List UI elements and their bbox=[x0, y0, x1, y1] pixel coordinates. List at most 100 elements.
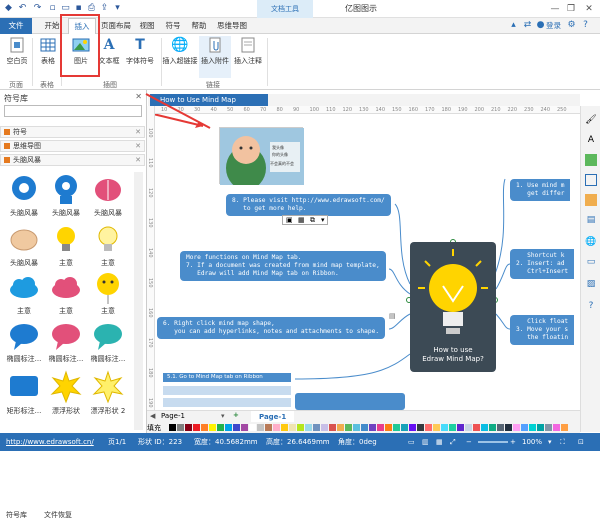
library-symbol[interactable]: 符号 ✕ bbox=[0, 126, 145, 138]
share-icon[interactable]: ⇄ bbox=[522, 20, 533, 31]
color-swatch[interactable] bbox=[305, 424, 312, 431]
library-mind-map[interactable]: 思维导图 ✕ bbox=[0, 140, 145, 152]
tab-file-recovery[interactable]: 文件恢复 bbox=[44, 510, 72, 520]
color-swatch[interactable] bbox=[529, 424, 536, 431]
tab-file[interactable]: 文件 bbox=[0, 18, 32, 34]
color-swatch[interactable] bbox=[449, 424, 456, 431]
shape-idea-5[interactable]: 主意 bbox=[88, 270, 128, 316]
login-link[interactable]: 登录 bbox=[546, 18, 561, 34]
color-swatch[interactable] bbox=[369, 424, 376, 431]
shape-brainstorm-4[interactable]: 头脑风暴 bbox=[4, 222, 44, 268]
color-swatch[interactable] bbox=[497, 424, 504, 431]
page-dropdown-icon[interactable]: ▾ bbox=[221, 412, 225, 420]
color-swatch[interactable] bbox=[521, 424, 528, 431]
format-painter-icon[interactable]: 🖌 bbox=[585, 114, 597, 126]
shape-ellipse-callout-1[interactable]: 椭圆标注... bbox=[4, 318, 44, 364]
shape-ellipse-callout-3[interactable]: 椭圆标注... bbox=[88, 318, 128, 364]
sub-node-placeholder[interactable] bbox=[163, 398, 291, 407]
color-swatch[interactable] bbox=[289, 424, 296, 431]
view-split-icon[interactable]: ▥ bbox=[422, 433, 429, 451]
font-symbol-button[interactable]: T 字体符号 bbox=[124, 36, 156, 66]
shape-brainstorm-1[interactable]: 头脑风暴 bbox=[4, 172, 44, 218]
mind-node-8[interactable]: 8. Please visit http://www.edrawsoft.com… bbox=[226, 194, 391, 216]
shape-ellipse-callout-2[interactable]: 椭圆标注... bbox=[46, 318, 86, 364]
color-swatch[interactable] bbox=[193, 424, 200, 431]
color-swatch[interactable] bbox=[329, 424, 336, 431]
add-page-icon[interactable]: + bbox=[233, 411, 239, 419]
color-swatch[interactable] bbox=[249, 424, 256, 431]
color-swatch[interactable] bbox=[409, 424, 416, 431]
color-swatch[interactable] bbox=[353, 424, 360, 431]
table-button[interactable]: 表格 bbox=[36, 36, 60, 66]
line-icon[interactable] bbox=[585, 174, 597, 186]
minimize-ribbon-icon[interactable]: ▴ bbox=[508, 20, 519, 31]
color-swatch[interactable] bbox=[561, 424, 568, 431]
color-swatch[interactable] bbox=[297, 424, 304, 431]
shape-rect-callout[interactable]: 矩形标注... bbox=[4, 370, 44, 416]
color-swatch[interactable] bbox=[417, 424, 424, 431]
shape-idea-2[interactable]: 主意 bbox=[88, 222, 128, 268]
shadow-icon[interactable] bbox=[585, 194, 597, 206]
color-swatch[interactable] bbox=[185, 424, 192, 431]
view-normal-icon[interactable]: ▭ bbox=[408, 433, 415, 451]
minimize-button[interactable]: — bbox=[548, 2, 562, 16]
color-swatch[interactable] bbox=[433, 424, 440, 431]
insert-comment-button[interactable]: 插入注释 bbox=[232, 36, 264, 66]
shape-floating-2[interactable]: 漂浮形状 2 bbox=[88, 370, 128, 416]
fit-page-icon[interactable]: ⤢ bbox=[450, 433, 456, 451]
color-swatch[interactable] bbox=[273, 424, 280, 431]
zoom-out-icon[interactable]: − bbox=[466, 433, 472, 451]
color-swatch[interactable] bbox=[553, 424, 560, 431]
undo-icon[interactable]: ↶ bbox=[17, 3, 28, 14]
shape-brainstorm-3[interactable]: 头脑风暴 bbox=[88, 172, 128, 218]
mind-node-6[interactable]: 6. Right click mind map shape, you can a… bbox=[157, 317, 386, 339]
insert-attachment-button[interactable]: 插入附件 bbox=[199, 36, 231, 78]
close-button[interactable]: ✕ bbox=[582, 2, 596, 16]
color-swatch[interactable] bbox=[425, 424, 432, 431]
color-swatch[interactable] bbox=[489, 424, 496, 431]
help-icon[interactable]: ? bbox=[580, 20, 591, 31]
color-swatch[interactable] bbox=[257, 424, 264, 431]
fullscreen-icon[interactable]: ⛶ bbox=[560, 433, 565, 451]
mini-more-icon[interactable]: ▾ bbox=[321, 216, 325, 224]
library-close-icon[interactable]: ✕ bbox=[135, 127, 141, 137]
print-icon[interactable]: ⎙ bbox=[86, 3, 97, 14]
tab-view[interactable]: 视图 bbox=[136, 18, 158, 34]
color-swatch[interactable] bbox=[505, 424, 512, 431]
layers-icon[interactable]: ▤ bbox=[585, 214, 597, 226]
color-swatch[interactable] bbox=[545, 424, 552, 431]
mind-node-1[interactable]: 1. Use mind m get differ bbox=[510, 179, 571, 201]
page-nav-prev-icon[interactable]: ◀ bbox=[150, 412, 155, 420]
color-swatch[interactable] bbox=[217, 424, 224, 431]
panel-close-icon[interactable]: ✕ bbox=[135, 92, 142, 101]
shape-brainstorm-2[interactable]: 头脑风暴 bbox=[46, 172, 86, 218]
color-swatch[interactable] bbox=[321, 424, 328, 431]
user-icon[interactable]: ● bbox=[535, 20, 546, 31]
mind-node-7[interactable]: More functions on Mind Map tab. 7. If a … bbox=[180, 251, 386, 281]
color-swatch[interactable] bbox=[281, 424, 288, 431]
tab-symbol-library[interactable]: 符号库 bbox=[6, 510, 27, 520]
more-icon[interactable]: ▾ bbox=[112, 3, 123, 14]
comment-icon[interactable]: ▨ bbox=[585, 278, 597, 290]
page-selector[interactable]: Page-1 bbox=[161, 412, 185, 420]
color-swatch[interactable] bbox=[393, 424, 400, 431]
tab-page-layout[interactable]: 页面布局 bbox=[98, 18, 134, 34]
mini-picture-icon[interactable]: ▣ bbox=[286, 216, 293, 224]
shape-idea-4[interactable]: 主意 bbox=[46, 270, 86, 316]
central-topic[interactable]: How to use Edraw Mind Map? bbox=[410, 242, 496, 372]
zoom-dropdown-icon[interactable]: ▾ bbox=[548, 433, 552, 451]
library-brainstorm[interactable]: 头脑风暴 ✕ bbox=[0, 154, 145, 166]
zoom-slider[interactable] bbox=[478, 441, 508, 443]
redo-icon[interactable]: ↷ bbox=[32, 3, 43, 14]
open-icon[interactable]: ▭ bbox=[60, 3, 71, 14]
insert-hyperlink-button[interactable]: 🌐 插入超链接 bbox=[162, 36, 198, 66]
mind-node-5[interactable] bbox=[295, 393, 405, 410]
color-swatch[interactable] bbox=[337, 424, 344, 431]
library-close-icon[interactable]: ✕ bbox=[135, 155, 141, 165]
color-swatch[interactable] bbox=[169, 424, 176, 431]
library-close-icon[interactable]: ✕ bbox=[135, 141, 141, 151]
color-swatch[interactable] bbox=[201, 424, 208, 431]
color-swatch[interactable] bbox=[465, 424, 472, 431]
shape-idea-1[interactable]: 主意 bbox=[46, 222, 86, 268]
page-icon[interactable]: ▭ bbox=[585, 256, 597, 268]
